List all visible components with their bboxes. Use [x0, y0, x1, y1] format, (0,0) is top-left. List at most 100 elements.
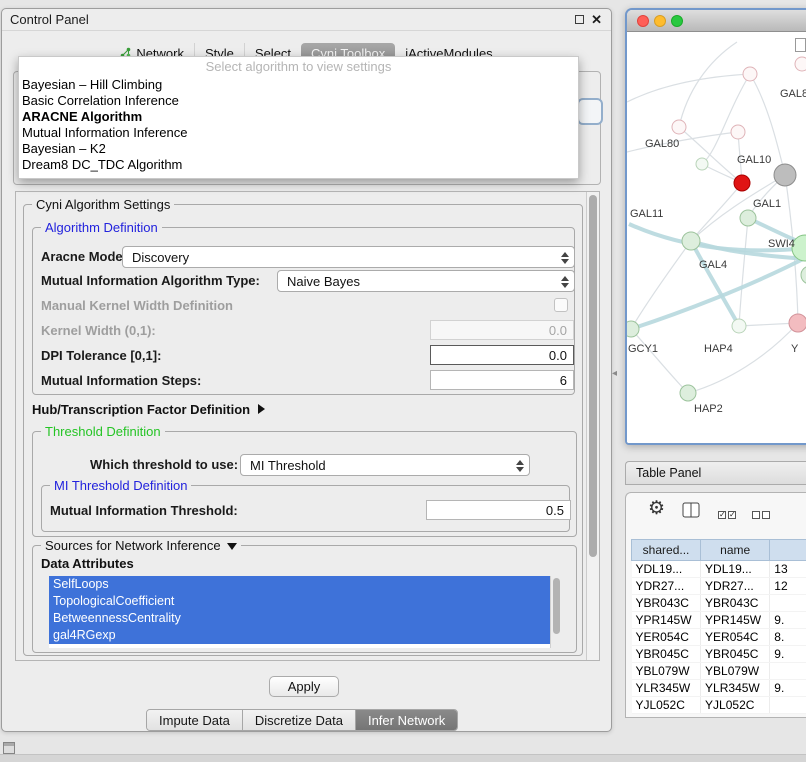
- attribute-item[interactable]: SelfLoops: [49, 576, 550, 593]
- gear-icon[interactable]: ⚙: [648, 497, 665, 520]
- network-node[interactable]: [743, 67, 757, 81]
- table-cell[interactable]: YBR043C: [632, 595, 701, 612]
- columns-icon[interactable]: [682, 502, 700, 521]
- table-cell[interactable]: YBL079W: [632, 663, 701, 680]
- dpi-tolerance-field[interactable]: 0.0: [430, 345, 574, 365]
- mi-steps-label: Mutual Information Steps:: [41, 373, 201, 388]
- table-row[interactable]: YDL19...YDL19...13: [632, 561, 806, 578]
- table-cell[interactable]: YBR045C: [701, 646, 770, 663]
- table-row[interactable]: YBR045CYBR045C9.: [632, 646, 806, 663]
- table-cell[interactable]: [770, 595, 806, 612]
- table-row[interactable]: YPR145WYPR145W9.: [632, 612, 806, 629]
- list-scrollbar[interactable]: [550, 576, 561, 648]
- algorithm-option[interactable]: Bayesian – Hill Climbing: [19, 77, 578, 93]
- table-row[interactable]: YDR27...YDR27...12: [632, 578, 806, 595]
- network-node[interactable]: [789, 314, 806, 332]
- table-cell[interactable]: YDR27...: [632, 578, 701, 595]
- algorithm-option[interactable]: Dream8 DC_TDC Algorithm: [19, 157, 578, 173]
- kernel-width-field[interactable]: 0.0: [430, 320, 574, 340]
- table-cell[interactable]: YBR043C: [701, 595, 770, 612]
- table-cell[interactable]: YDR27...: [701, 578, 770, 595]
- mi-steps-field[interactable]: 6: [430, 370, 574, 390]
- network-window-titlebar[interactable]: [627, 10, 806, 32]
- minimized-panel-icon[interactable]: [3, 742, 15, 754]
- table-row[interactable]: YJL052CYJL052C: [632, 697, 806, 714]
- table-cell[interactable]: 9.: [770, 612, 806, 629]
- select-all-icon[interactable]: [718, 507, 738, 522]
- network-node[interactable]: [740, 210, 756, 226]
- network-scroll-widget[interactable]: [795, 38, 806, 52]
- table-panel-titlebar[interactable]: Table Panel: [625, 461, 806, 485]
- bottom-tab-impute-data[interactable]: Impute Data: [147, 710, 242, 730]
- table-cell[interactable]: YBR045C: [632, 646, 701, 663]
- table-cell[interactable]: YJL052C: [701, 697, 770, 714]
- float-window-icon[interactable]: [575, 15, 584, 24]
- network-node[interactable]: [734, 175, 750, 191]
- table-cell[interactable]: [770, 697, 806, 714]
- bottom-tab-infer-network[interactable]: Infer Network: [355, 710, 457, 730]
- minimize-traffic-light-icon[interactable]: [654, 15, 666, 27]
- table-cell[interactable]: 9.: [770, 680, 806, 697]
- table-cell[interactable]: YPR145W: [632, 612, 701, 629]
- algorithm-option[interactable]: ARACNE Algorithm: [19, 109, 578, 125]
- network-node[interactable]: [731, 125, 745, 139]
- network-graph: GAL8GAL80GAL10GAL11GAL1SWI4GAL4GCY1HAP4Y…: [627, 32, 806, 443]
- table-cell[interactable]: 9.: [770, 646, 806, 663]
- table-row[interactable]: YLR345WYLR345W9.: [632, 680, 806, 697]
- table-cell[interactable]: YDL19...: [632, 561, 701, 578]
- network-node[interactable]: [682, 232, 700, 250]
- table-cell[interactable]: 12: [770, 578, 806, 595]
- network-node[interactable]: [672, 120, 686, 134]
- table-row[interactable]: YBR043CYBR043C: [632, 595, 806, 612]
- hub-definition-expander[interactable]: Hub/Transcription Factor Definition: [32, 401, 265, 417]
- close-traffic-light-icon[interactable]: [637, 15, 649, 27]
- attribute-item[interactable]: BetweennessCentrality: [49, 610, 550, 627]
- network-node[interactable]: [732, 319, 746, 333]
- mi-type-select[interactable]: Naive Bayes: [277, 270, 575, 292]
- table-cell[interactable]: [770, 663, 806, 680]
- apply-button[interactable]: Apply: [269, 676, 339, 697]
- scrollbar-thumb[interactable]: [553, 578, 560, 634]
- which-threshold-select[interactable]: MI Threshold: [240, 454, 530, 476]
- table-row[interactable]: YBL079WYBL079W: [632, 663, 806, 680]
- deselect-all-icon[interactable]: [752, 507, 772, 522]
- cyni-algorithm-settings-group: Cyni Algorithm Settings Algorithm Defini…: [23, 204, 583, 656]
- network-node[interactable]: [696, 158, 708, 170]
- table-cell[interactable]: 13: [770, 561, 806, 578]
- panel-divider-grip[interactable]: ◂: [612, 368, 617, 379]
- table-cell[interactable]: YJL052C: [632, 697, 701, 714]
- network-node[interactable]: [795, 57, 806, 71]
- table-cell[interactable]: YLR345W: [632, 680, 701, 697]
- manual-kernel-checkbox[interactable]: [554, 298, 568, 312]
- collapse-down-icon[interactable]: [227, 543, 237, 550]
- zoom-traffic-light-icon[interactable]: [671, 15, 683, 27]
- table-cell[interactable]: YER054C: [701, 629, 770, 646]
- settings-scrollbar[interactable]: [586, 192, 599, 660]
- table-cell[interactable]: 8.: [770, 629, 806, 646]
- table-cell[interactable]: YLR345W: [701, 680, 770, 697]
- aracne-mode-select[interactable]: Discovery: [122, 246, 575, 268]
- attribute-item[interactable]: TopologicalCoefficient: [49, 593, 550, 610]
- algorithm-option[interactable]: Mutual Information Inference: [19, 125, 578, 141]
- network-node[interactable]: [627, 321, 639, 337]
- network-canvas[interactable]: GAL8GAL80GAL10GAL11GAL1SWI4GAL4GCY1HAP4Y…: [627, 32, 806, 443]
- attribute-item[interactable]: gal4RGexp: [49, 627, 550, 644]
- table-cell[interactable]: YPR145W: [701, 612, 770, 629]
- column-header-extra[interactable]: [770, 540, 806, 561]
- table-cell[interactable]: YER054C: [632, 629, 701, 646]
- network-node[interactable]: [801, 266, 806, 284]
- column-header-name[interactable]: name: [701, 540, 770, 561]
- bottom-tab-discretize-data[interactable]: Discretize Data: [242, 710, 355, 730]
- close-icon[interactable]: ✕: [591, 12, 602, 28]
- network-node[interactable]: [680, 385, 696, 401]
- algorithm-option[interactable]: Bayesian – K2: [19, 141, 578, 157]
- table-cell[interactable]: YBL079W: [701, 663, 770, 680]
- column-header-shared[interactable]: shared...: [632, 540, 701, 561]
- algorithm-option[interactable]: Basic Correlation Inference: [19, 93, 578, 109]
- table-row[interactable]: YER054CYER054C8.: [632, 629, 806, 646]
- table-cell[interactable]: YDL19...: [701, 561, 770, 578]
- scrollbar-thumb[interactable]: [589, 195, 597, 557]
- mi-threshold-field[interactable]: 0.5: [426, 500, 571, 520]
- data-attributes-list[interactable]: SelfLoopsTopologicalCoefficientBetweenne…: [49, 576, 561, 648]
- network-node[interactable]: [774, 164, 796, 186]
